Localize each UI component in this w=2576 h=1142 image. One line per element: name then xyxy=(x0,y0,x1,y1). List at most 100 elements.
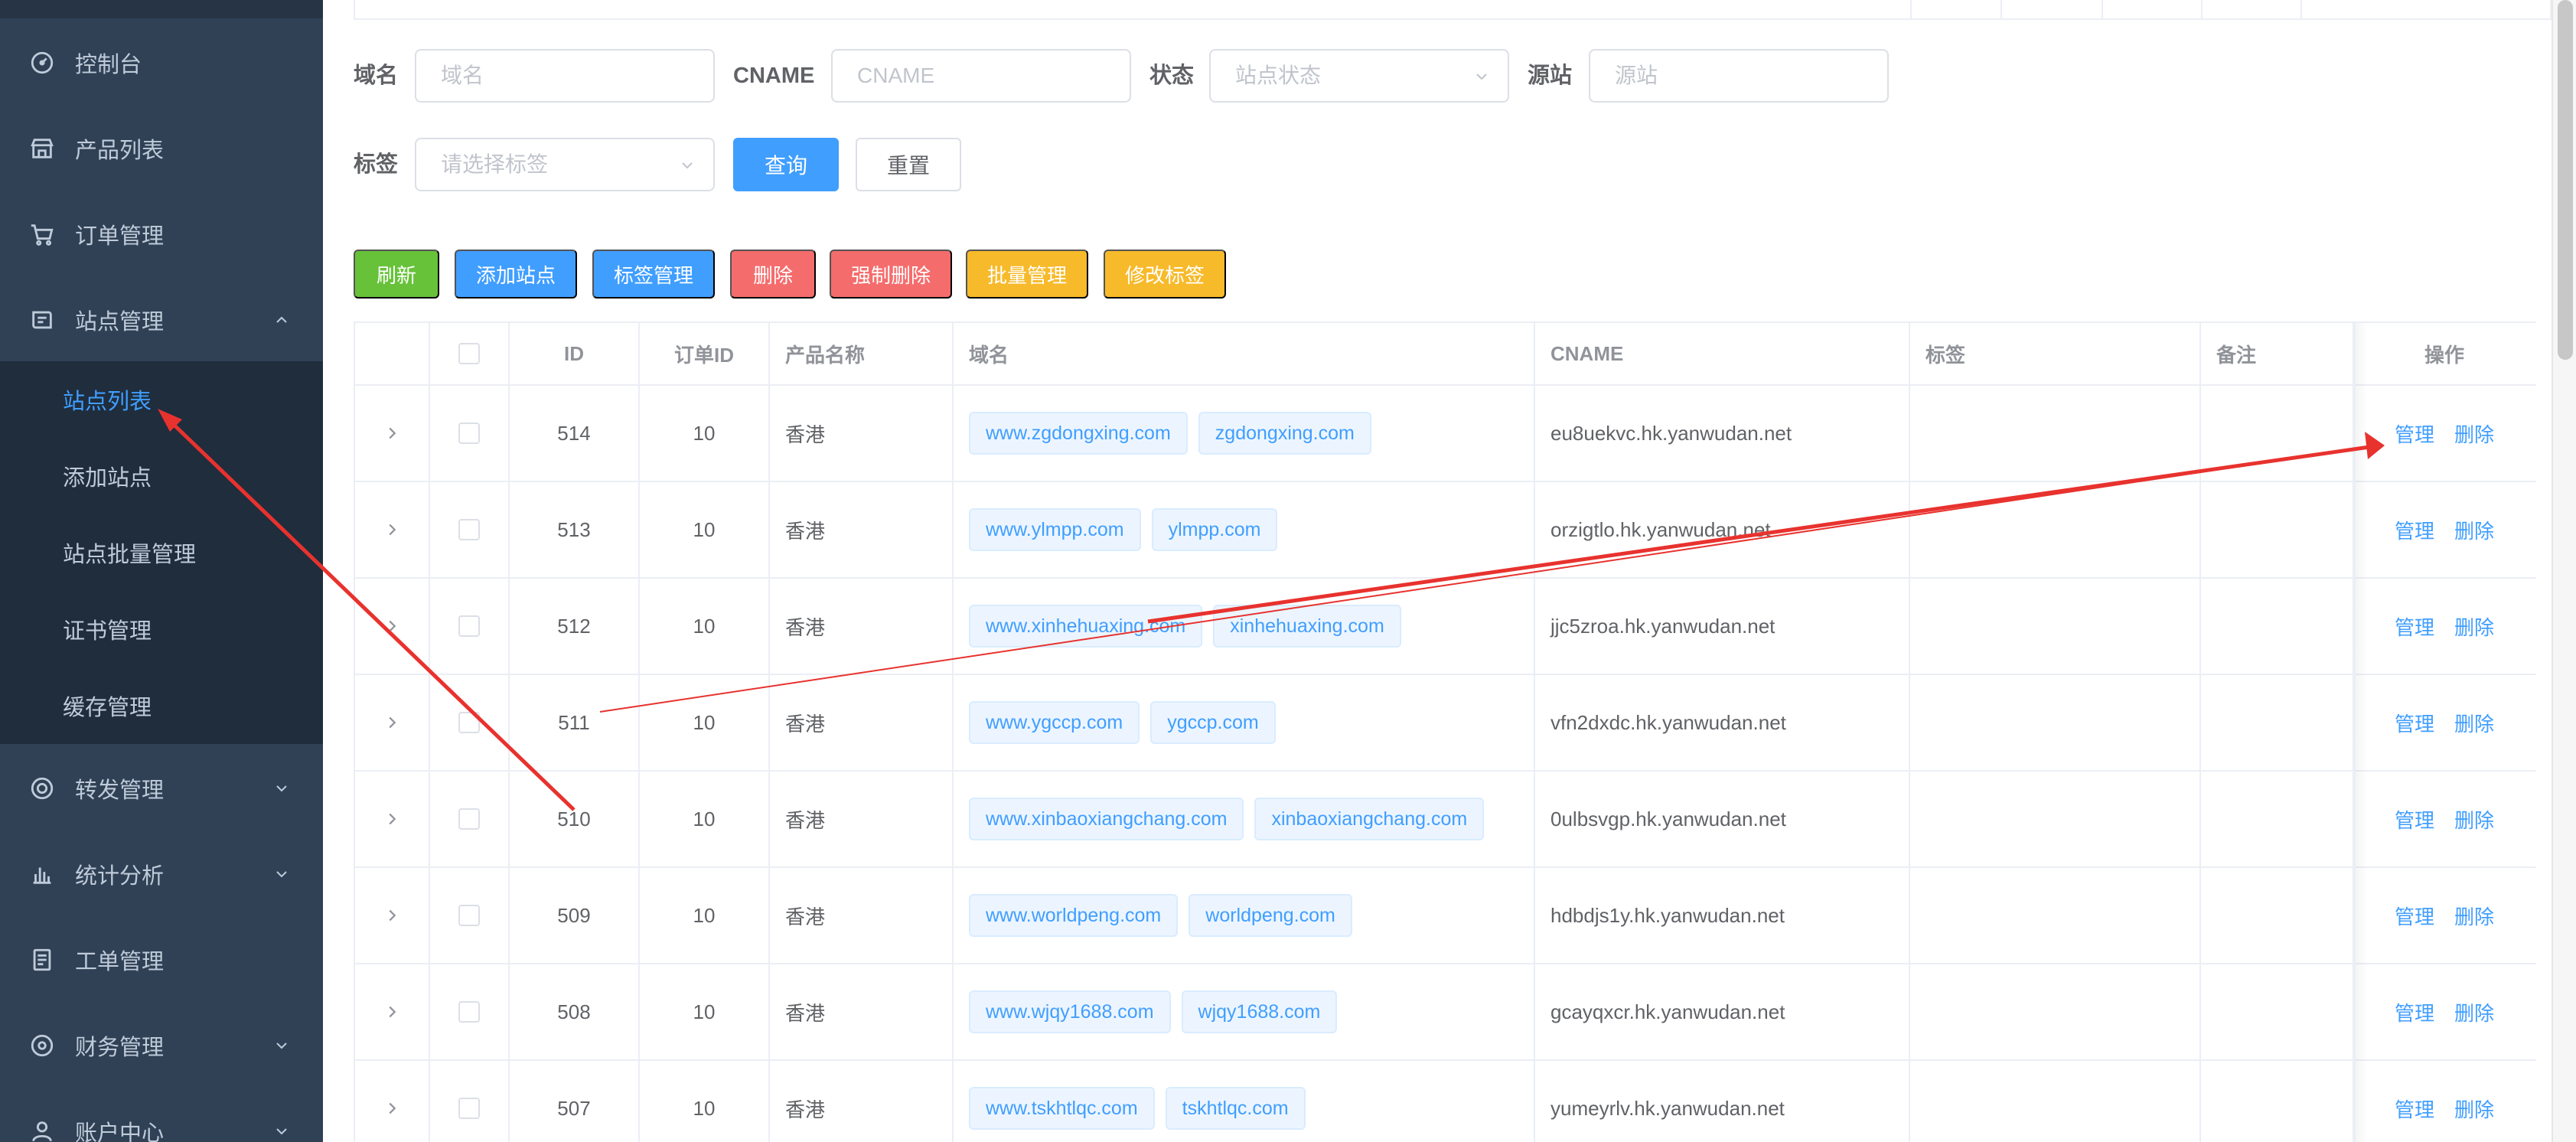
row-checkbox[interactable] xyxy=(458,808,480,830)
delete-link[interactable]: 删除 xyxy=(2454,902,2494,930)
sidebar-subitem-certificates[interactable]: 证书管理 xyxy=(0,591,323,667)
add-site-button[interactable]: 添加站点 xyxy=(455,250,577,299)
manage-link[interactable]: 管理 xyxy=(2395,998,2434,1026)
sidebar-item-forwarding[interactable]: 转发管理 xyxy=(0,746,323,831)
domain-tag: xinbaoxiangchang.com xyxy=(1254,798,1485,840)
force-delete-button[interactable]: 强制删除 xyxy=(830,250,952,299)
sidebar-subitem-label: 添加站点 xyxy=(63,466,152,491)
delete-link[interactable]: 删除 xyxy=(2454,1095,2494,1123)
row-select-cell xyxy=(430,675,510,770)
cell-product: 香港 xyxy=(770,386,954,481)
manage-link[interactable]: 管理 xyxy=(2395,709,2434,737)
cell-order-id: 10 xyxy=(640,1061,770,1142)
sidebar-item-tickets[interactable]: 工单管理 xyxy=(0,917,323,1003)
row-checkbox[interactable] xyxy=(458,519,480,540)
domain-input[interactable] xyxy=(415,49,715,103)
row-checkbox[interactable] xyxy=(458,423,480,444)
sidebar-subitem-label: 证书管理 xyxy=(63,619,152,644)
cell-actions: 管理 删除 xyxy=(2368,772,2521,866)
cell-remark xyxy=(2201,1061,2354,1142)
cell-cname: yumeyrlv.hk.yanwudan.net xyxy=(1535,1061,1910,1142)
sidebar-item-statistics[interactable]: 统计分析 xyxy=(0,831,323,917)
sidebar-subitem-site-list[interactable]: 站点列表 xyxy=(0,361,323,438)
sidebar-item-account[interactable]: 账户中心 xyxy=(0,1088,323,1142)
tag-select[interactable]: 请选择标签 xyxy=(415,138,715,191)
table-header-row: ID 订单ID 产品名称 域名 CNAME 标签 备注 操作 xyxy=(355,323,2536,386)
manage-link[interactable]: 管理 xyxy=(2395,902,2434,930)
cell-domains: www.worldpeng.com worldpeng.com xyxy=(954,868,1535,963)
sidebar-item-dashboard[interactable]: 控制台 xyxy=(0,20,323,106)
manage-link[interactable]: 管理 xyxy=(2395,805,2434,834)
edit-tags-button[interactable]: 修改标签 xyxy=(1104,250,1226,299)
delete-link[interactable]: 删除 xyxy=(2454,612,2494,641)
vertical-scrollbar[interactable] xyxy=(2552,0,2576,1142)
sidebar-subitem-add-site[interactable]: 添加站点 xyxy=(0,438,323,514)
row-checkbox[interactable] xyxy=(458,712,480,733)
cell-product: 香港 xyxy=(770,964,954,1059)
cell-tags xyxy=(1910,675,2201,770)
sidebar-subitem-label: 站点批量管理 xyxy=(63,543,197,567)
row-checkbox[interactable] xyxy=(458,1001,480,1023)
manage-link[interactable]: 管理 xyxy=(2395,1095,2434,1123)
origin-input[interactable] xyxy=(1589,49,1889,103)
cname-label: CNAME xyxy=(733,64,815,88)
reset-button[interactable]: 重置 xyxy=(856,138,961,191)
expand-toggle[interactable] xyxy=(355,579,430,674)
site-submenu: 站点列表 添加站点 站点批量管理 证书管理 缓存管理 xyxy=(0,361,323,744)
manage-link[interactable]: 管理 xyxy=(2395,419,2434,448)
row-select-cell xyxy=(430,772,510,866)
status-select[interactable]: 站点状态 xyxy=(1209,49,1509,103)
delete-link[interactable]: 删除 xyxy=(2454,419,2494,448)
cell-cname: orzigtlo.hk.yanwudan.net xyxy=(1535,482,1910,577)
table-row: 513 10 香港 www.ylmpp.com ylmpp.com orzigtlo.hk… xyxy=(355,482,2536,579)
row-select-cell xyxy=(430,1061,510,1142)
cell-id: 513 xyxy=(510,482,640,577)
delete-button[interactable]: 删除 xyxy=(730,250,816,299)
row-checkbox[interactable] xyxy=(458,1098,480,1119)
row-checkbox[interactable] xyxy=(458,615,480,637)
expand-toggle[interactable] xyxy=(355,772,430,866)
sidebar-subitem-batch-manage[interactable]: 站点批量管理 xyxy=(0,514,323,591)
cell-order-id: 10 xyxy=(640,868,770,963)
tag-manage-button[interactable]: 标签管理 xyxy=(592,250,715,299)
sidebar-subitem-cache[interactable]: 缓存管理 xyxy=(0,667,323,744)
account-icon xyxy=(29,1118,55,1142)
manage-link[interactable]: 管理 xyxy=(2395,612,2434,641)
cell-product: 香港 xyxy=(770,772,954,866)
delete-link[interactable]: 删除 xyxy=(2454,516,2494,544)
header-id[interactable]: ID xyxy=(510,323,640,384)
delete-link[interactable]: 删除 xyxy=(2454,709,2494,737)
header-order-id[interactable]: 订单ID xyxy=(640,323,770,384)
sidebar-item-finance[interactable]: 财务管理 xyxy=(0,1003,323,1088)
expand-toggle[interactable] xyxy=(355,675,430,770)
expand-toggle[interactable] xyxy=(355,964,430,1059)
cell-product: 香港 xyxy=(770,482,954,577)
manage-link[interactable]: 管理 xyxy=(2395,516,2434,544)
cell-domains: www.ylmpp.com ylmpp.com xyxy=(954,482,1535,577)
delete-link[interactable]: 删除 xyxy=(2454,998,2494,1026)
query-button[interactable]: 查询 xyxy=(733,138,839,191)
table-row: 514 10 香港 www.zgdongxing.com zgdongxing.com e… xyxy=(355,386,2536,482)
expand-toggle[interactable] xyxy=(355,482,430,577)
expand-toggle[interactable] xyxy=(355,868,430,963)
delete-link[interactable]: 删除 xyxy=(2454,805,2494,834)
cell-product: 香港 xyxy=(770,579,954,674)
expand-toggle[interactable] xyxy=(355,1061,430,1142)
expand-toggle[interactable] xyxy=(355,386,430,481)
batch-manage-button[interactable]: 批量管理 xyxy=(966,250,1088,299)
sidebar-item-orders[interactable]: 订单管理 xyxy=(0,191,323,277)
cell-remark xyxy=(2201,579,2354,674)
cell-domains: www.xinbaoxiangchang.com xinbaoxiangchang… xyxy=(954,772,1535,866)
sidebar-subitem-label: 缓存管理 xyxy=(63,696,152,720)
sidebar-item-sites[interactable]: 站点管理 xyxy=(0,277,323,363)
row-checkbox[interactable] xyxy=(458,905,480,926)
sidebar-item-products[interactable]: 产品列表 xyxy=(0,106,323,191)
select-all-checkbox[interactable] xyxy=(458,343,480,364)
cname-input[interactable] xyxy=(831,49,1131,103)
store-icon xyxy=(29,135,55,162)
table-row: 507 10 香港 www.tskhtlqc.com tskhtlqc.com yumey… xyxy=(355,1061,2536,1142)
cell-tags xyxy=(1910,964,2201,1059)
scrollbar-thumb[interactable] xyxy=(2558,0,2573,360)
header-action: 操作 xyxy=(2424,343,2464,367)
refresh-button[interactable]: 刷新 xyxy=(354,250,439,299)
